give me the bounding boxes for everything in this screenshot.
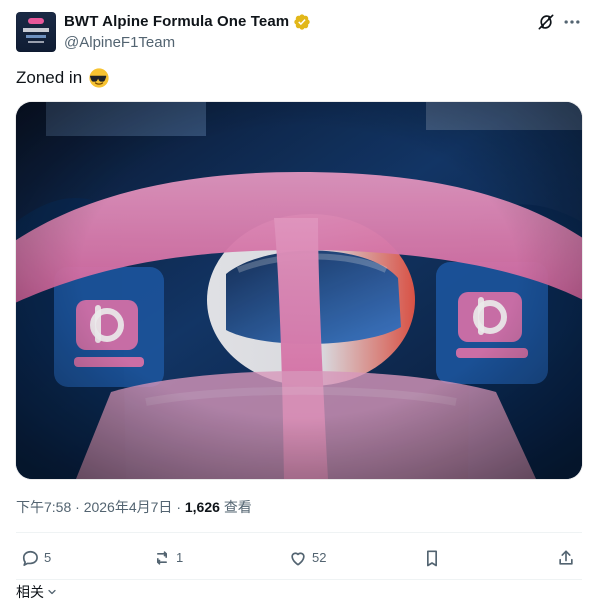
grok-icon[interactable] — [536, 12, 556, 32]
display-name-row: BWT Alpine Formula One Team — [64, 12, 311, 32]
divider-top — [16, 532, 582, 533]
meta-separator: · — [75, 499, 80, 515]
tweet-header: BWT Alpine Formula One Team @AlpineF1Tea… — [16, 12, 582, 54]
like-button[interactable]: 52 — [288, 548, 326, 568]
reply-count: 5 — [44, 550, 52, 565]
tweet-metadata: 下午7:58 · 2026年4月7日 · 1,626 查看 — [16, 497, 252, 517]
reply-icon — [20, 548, 40, 568]
share-icon — [556, 548, 576, 568]
related-label: 相关 — [16, 584, 44, 600]
avatar[interactable] — [16, 12, 56, 52]
avatar-logo-line — [26, 35, 46, 38]
bookmark-icon — [422, 548, 442, 568]
bookmark-button[interactable] — [422, 548, 442, 568]
like-icon — [288, 548, 308, 568]
tweet-date[interactable]: 2026年4月7日 — [84, 499, 173, 515]
more-options-icon[interactable] — [562, 12, 582, 32]
avatar-logo-subline — [28, 41, 44, 43]
like-count: 52 — [312, 550, 327, 565]
author-handle[interactable]: @AlpineF1Team — [64, 33, 175, 53]
sunglasses-emoji-icon — [88, 67, 110, 89]
chevron-down-icon — [46, 586, 58, 598]
share-button[interactable] — [556, 548, 576, 568]
repost-icon — [152, 548, 172, 568]
tweet-actions: 5 1 52 — [16, 540, 582, 576]
tweet-media-image[interactable] — [16, 102, 582, 479]
reply-button[interactable]: 5 — [20, 548, 51, 568]
avatar-logo-wordmark — [23, 28, 49, 32]
tweet-card: BWT Alpine Formula One Team @AlpineF1Tea… — [0, 0, 598, 611]
views-label: 查看 — [223, 499, 252, 515]
verified-badge-icon[interactable] — [293, 13, 311, 31]
author-display-name[interactable]: BWT Alpine Formula One Team — [64, 12, 289, 32]
views-count[interactable]: 1,626 — [185, 499, 220, 515]
tweet-text: Zoned in — [16, 66, 110, 90]
tweet-text-content: Zoned in — [16, 68, 83, 87]
repost-count: 1 — [176, 550, 184, 565]
meta-separator-2: · — [176, 499, 181, 515]
tweet-time[interactable]: 下午7:58 — [16, 499, 71, 515]
related-toggle[interactable]: 相关 — [16, 583, 58, 601]
avatar-logo-pill — [28, 18, 44, 24]
repost-button[interactable]: 1 — [152, 548, 183, 568]
divider-bottom — [16, 579, 582, 580]
